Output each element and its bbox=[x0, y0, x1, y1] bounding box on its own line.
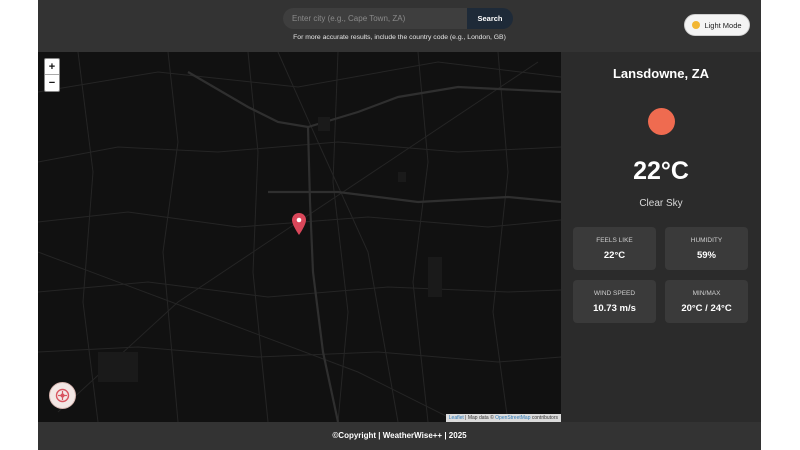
stat-value: 10.73 m/s bbox=[593, 303, 636, 314]
stat-value: 22°C bbox=[603, 250, 626, 261]
location-title: Lansdowne, ZA bbox=[612, 66, 710, 81]
weather-panel: Lansdowne, ZA 22°C Clear Sky FEELS LIKE … bbox=[561, 52, 761, 422]
zoom-in-button[interactable]: + bbox=[45, 59, 59, 75]
locate-button[interactable] bbox=[49, 382, 76, 409]
map-attribution: Leaflet | Map data © OpenStreetMap contr… bbox=[445, 414, 561, 422]
app-window: Search For more accurate results, includ… bbox=[38, 0, 761, 450]
clear-sky-icon bbox=[648, 108, 675, 135]
map-tiles bbox=[38, 52, 561, 422]
zoom-control: + − bbox=[44, 58, 60, 92]
header: Search For more accurate results, includ… bbox=[38, 0, 761, 52]
crosshair-icon bbox=[55, 388, 70, 403]
stat-value: 20°C / 24°C bbox=[681, 303, 732, 314]
stat-value: 59% bbox=[696, 250, 716, 261]
attribution-separator: | Map data © bbox=[463, 415, 496, 421]
light-mode-toggle[interactable]: Light Mode bbox=[684, 14, 750, 36]
osm-link[interactable]: OpenStreetMap bbox=[495, 415, 530, 421]
stat-label: MIN/MAX bbox=[692, 290, 721, 297]
stat-label: WIND SPEED bbox=[593, 290, 636, 297]
zoom-out-button[interactable]: − bbox=[45, 75, 59, 91]
weather-description: Clear Sky bbox=[639, 198, 683, 209]
stat-label: FEELS LIKE bbox=[596, 237, 633, 244]
search-hint: For more accurate results, include the c… bbox=[293, 34, 506, 41]
min-max-card: MIN/MAX 20°C / 24°C bbox=[665, 280, 748, 323]
footer: ©Copyright | WeatherWise++ | 2025 bbox=[38, 422, 761, 450]
search-input[interactable] bbox=[283, 8, 467, 29]
location-pin-icon[interactable] bbox=[292, 213, 306, 235]
light-mode-label: Light Mode bbox=[704, 20, 742, 30]
stat-label: HUMIDITY bbox=[690, 237, 723, 244]
feels-like-card: FEELS LIKE 22°C bbox=[573, 227, 656, 270]
map-view[interactable]: + − Leaflet | Map data © OpenStreetMap c… bbox=[38, 52, 561, 422]
search-bar: Search bbox=[283, 8, 513, 29]
humidity-card: HUMIDITY 59% bbox=[665, 227, 748, 270]
sun-icon bbox=[692, 21, 701, 29]
temperature: 22°C bbox=[633, 157, 689, 185]
search-button[interactable]: Search bbox=[467, 8, 513, 29]
attribution-suffix: contributors bbox=[530, 415, 558, 421]
leaflet-link[interactable]: Leaflet bbox=[449, 415, 464, 421]
wind-speed-card: WIND SPEED 10.73 m/s bbox=[573, 280, 656, 323]
